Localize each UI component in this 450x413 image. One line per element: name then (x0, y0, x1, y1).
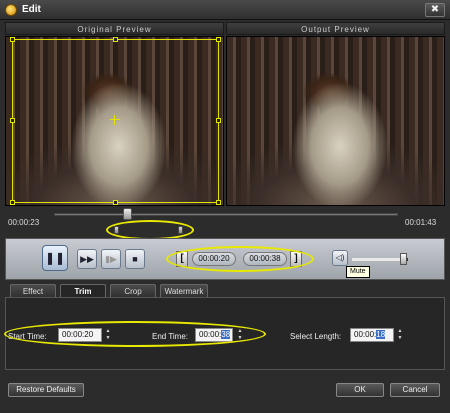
ok-button[interactable]: OK (336, 383, 384, 397)
title-bar (0, 0, 450, 20)
tab-watermark[interactable]: Watermark (160, 284, 208, 298)
select-length-input[interactable]: 00:00:18 (350, 328, 394, 342)
crop-handle-right[interactable] (216, 118, 221, 123)
close-button[interactable]: ✖ (425, 3, 445, 17)
crop-handle-top-right[interactable] (216, 37, 221, 42)
pause-button[interactable]: ❚❚ (42, 245, 68, 271)
crop-handle-top-left[interactable] (10, 37, 15, 42)
restore-defaults-button[interactable]: Restore Defaults (8, 383, 84, 397)
mute-tooltip: Mute (346, 266, 370, 278)
highlight-ellipse-trim-times (166, 246, 314, 272)
highlight-ellipse-trim-fields (4, 321, 266, 347)
current-time-label: 00:00:23 (8, 218, 40, 227)
stop-button[interactable]: ■ (125, 249, 145, 269)
seek-bar[interactable] (54, 213, 398, 216)
select-length-spinner[interactable]: ▲ ▼ (396, 328, 404, 342)
video-frame (227, 37, 444, 205)
volume-thumb[interactable] (400, 253, 407, 265)
crop-center-crosshair-icon (110, 115, 120, 125)
crop-handle-left[interactable] (10, 118, 15, 123)
window-title: Edit (22, 4, 41, 15)
highlight-ellipse-trim-handles (106, 220, 194, 240)
tab-crop[interactable]: Crop (110, 284, 156, 298)
next-frame-button[interactable]: ▮▶ (101, 249, 121, 269)
seek-thumb[interactable] (123, 208, 132, 220)
crop-handle-bottom[interactable] (113, 200, 118, 205)
cancel-button[interactable]: Cancel (390, 383, 440, 397)
select-length-selected-seconds: 18 (376, 330, 386, 339)
volume-icon[interactable]: ◁) (332, 250, 348, 266)
app-icon (5, 4, 17, 16)
crop-handle-bottom-right[interactable] (216, 200, 221, 205)
crop-handle-bottom-left[interactable] (10, 200, 15, 205)
select-length-label: Select Length: (290, 332, 342, 341)
output-preview-video (226, 36, 445, 206)
volume-level-fill (352, 258, 402, 261)
total-time-label: 00:01:43 (405, 218, 437, 227)
tab-effect[interactable]: Effect (10, 284, 56, 298)
original-preview-header: Original Preview (5, 22, 224, 35)
output-preview-header: Output Preview (226, 22, 445, 35)
crop-handle-top[interactable] (113, 37, 118, 42)
select-length-value: 00:00: (354, 330, 377, 339)
fast-forward-button[interactable]: ▶▶ (77, 249, 97, 269)
